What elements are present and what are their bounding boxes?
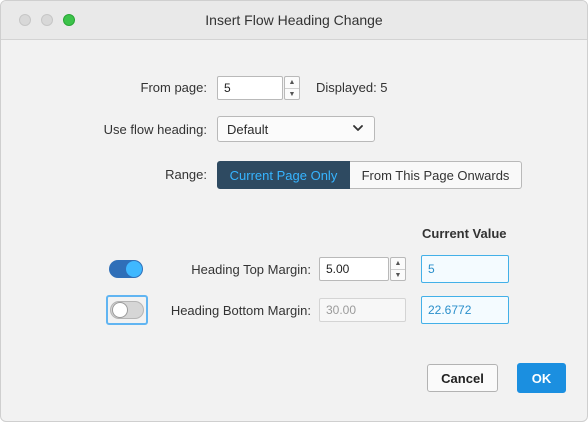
- cancel-button[interactable]: Cancel: [427, 364, 498, 392]
- displayed-page-text: Displayed: 5: [316, 80, 388, 95]
- stepper-down-icon[interactable]: ▼: [285, 89, 299, 100]
- range-from-this-page-onwards[interactable]: From This Page Onwards: [350, 161, 522, 189]
- chevron-down-icon: [352, 122, 364, 137]
- from-page-label: From page:: [140, 80, 207, 95]
- top-margin-input[interactable]: 5.00: [319, 257, 389, 281]
- range-label: Range:: [165, 167, 207, 182]
- bottom-margin-current-value: 22.6772: [421, 296, 509, 324]
- toggle-knob: [112, 302, 128, 318]
- flow-heading-selected-value: Default: [227, 122, 269, 137]
- window-title: Insert Flow Heading Change: [205, 12, 383, 28]
- toggle-knob: [126, 261, 142, 277]
- bottom-margin-label: Heading Bottom Margin:: [170, 303, 311, 318]
- bottom-margin-toggle[interactable]: [110, 301, 144, 319]
- top-margin-toggle[interactable]: [109, 260, 143, 278]
- top-margin-current-value: 5: [421, 255, 509, 283]
- top-margin-label: Heading Top Margin:: [191, 262, 311, 277]
- stepper-down-icon[interactable]: ▼: [391, 270, 405, 281]
- range-current-page-only[interactable]: Current Page Only: [217, 161, 350, 189]
- stepper-up-icon[interactable]: ▲: [285, 77, 299, 89]
- top-margin-stepper[interactable]: ▲ ▼: [390, 257, 406, 281]
- bottom-margin-input: 30.00: [319, 298, 406, 322]
- title-bar: Insert Flow Heading Change: [1, 1, 587, 40]
- current-value-header: Current Value: [422, 226, 507, 241]
- flow-heading-select[interactable]: Default: [217, 116, 375, 142]
- stepper-up-icon[interactable]: ▲: [391, 258, 405, 270]
- dialog-window: Insert Flow Heading Change From page: 5 …: [0, 0, 588, 422]
- from-page-input[interactable]: 5: [217, 76, 283, 100]
- from-page-stepper[interactable]: ▲ ▼: [284, 76, 300, 100]
- flow-heading-label: Use flow heading:: [103, 122, 207, 137]
- ok-button[interactable]: OK: [517, 363, 566, 393]
